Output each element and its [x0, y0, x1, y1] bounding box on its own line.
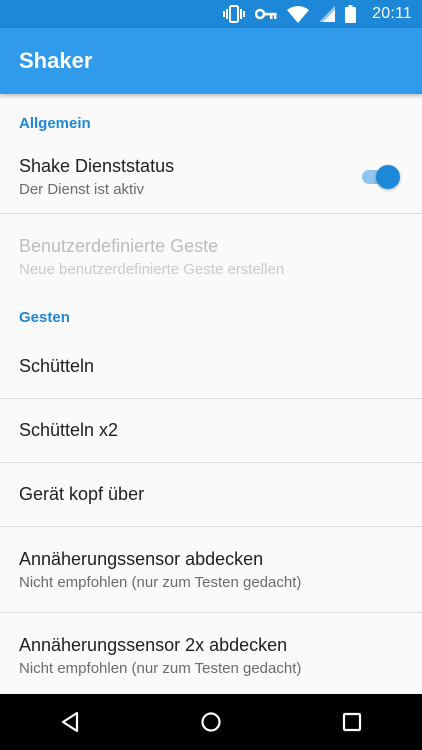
pref-service-status-summary: Der Dienst ist aktiv — [19, 180, 145, 198]
pref-gesture-upside-down[interactable]: Gerät kopf über — [0, 463, 422, 527]
app-bar: Shaker — [0, 28, 422, 94]
vibrate-icon — [223, 5, 246, 23]
wifi-icon — [287, 5, 310, 23]
category-header-general: Allgemein — [19, 115, 91, 132]
home-button[interactable] — [181, 694, 241, 750]
pref-gesture-proximity-x2-title: Annäherungssensor 2x abdecken — [19, 635, 288, 655]
category-header-gestures: Gesten — [19, 309, 70, 326]
signal-icon — [319, 6, 336, 22]
pref-gesture-proximity[interactable]: Annäherungssensor abdecken Nicht empfohl… — [0, 527, 422, 613]
pref-service-status-title: Shake Dienststatus — [19, 155, 175, 176]
pref-gesture-proximity-title: Annäherungssensor abdecken — [19, 548, 264, 569]
app-title: Shaker — [19, 48, 93, 73]
vpn-key-icon — [255, 8, 277, 20]
preference-list[interactable]: Allgemein Shake Dienststatus Der Dienst … — [0, 94, 422, 694]
recents-icon — [342, 712, 361, 732]
pref-gesture-shake-title: Schütteln — [19, 355, 95, 376]
pref-gesture-upside-down-title: Gerät kopf über — [19, 484, 145, 504]
status-bar: 20:11 — [0, 0, 422, 28]
home-icon — [201, 712, 221, 732]
status-time: 20:11 — [372, 5, 412, 22]
service-toggle-switch[interactable] — [362, 164, 400, 189]
pref-service-status[interactable]: Shake Dienststatus Der Dienst ist aktiv — [0, 140, 422, 214]
pref-gesture-proximity-x2[interactable]: Annäherungssensor 2x abdecken Nicht empf… — [0, 613, 422, 694]
battery-icon — [345, 5, 357, 23]
pref-gesture-shake-x2[interactable]: Schütteln x2 — [0, 399, 422, 463]
switch-thumb — [376, 164, 400, 189]
navigation-bar — [0, 694, 422, 750]
pref-gesture-proximity-x2-summary: Nicht empfohlen (nur zum Testen gedacht) — [19, 660, 302, 677]
pref-custom-gesture: Benutzerdefinierte Geste Neue benutzerde… — [0, 214, 422, 300]
pref-custom-gesture-title: Benutzerdefinierte Geste — [19, 236, 219, 256]
pref-custom-gesture-summary: Neue benutzerdefinierte Geste erstellen — [19, 261, 285, 278]
pref-gesture-proximity-summary: Nicht empfohlen (nur zum Testen gedacht) — [19, 573, 302, 591]
pref-gesture-shake[interactable]: Schütteln — [0, 334, 422, 399]
pref-gesture-shake-x2-title: Schütteln x2 — [19, 420, 119, 440]
back-button[interactable] — [40, 694, 100, 750]
recents-button[interactable] — [322, 694, 382, 750]
back-icon — [62, 711, 79, 733]
